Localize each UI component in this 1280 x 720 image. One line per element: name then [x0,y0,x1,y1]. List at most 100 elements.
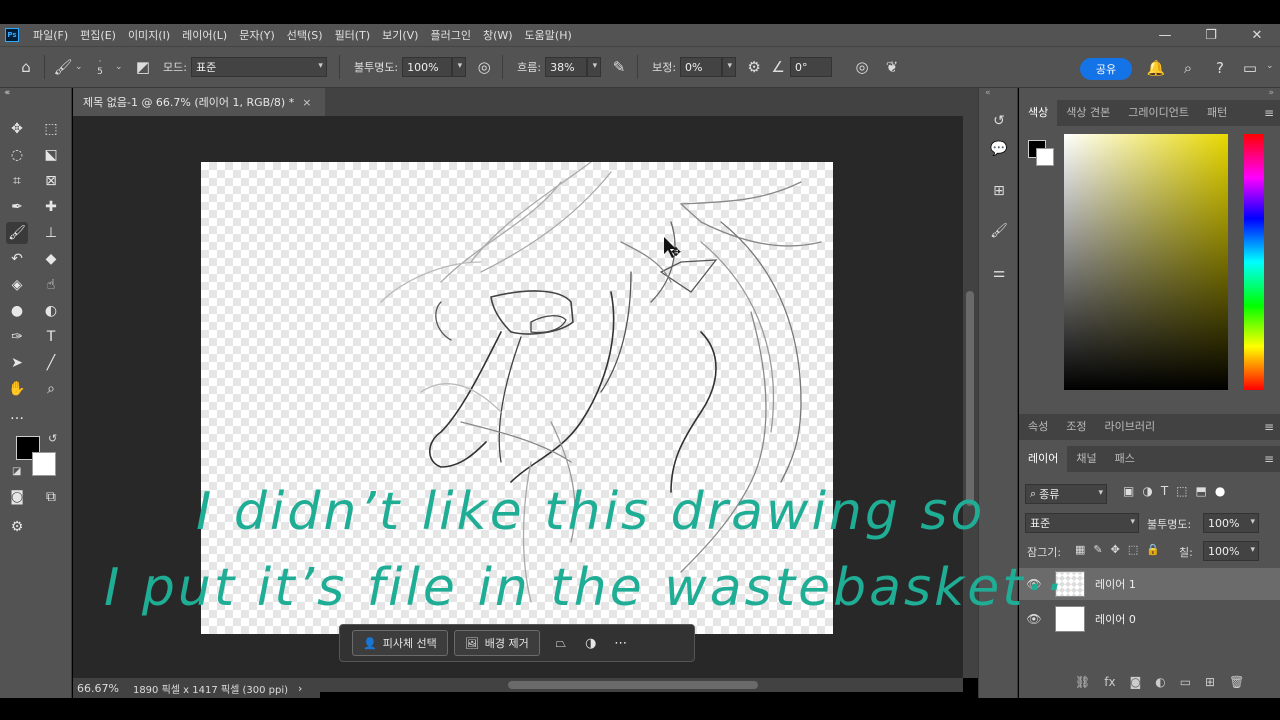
type-filter-icon[interactable]: T [1161,484,1168,498]
menu-layer[interactable]: 레이어(L) [176,27,233,43]
comment-icon[interactable]: 💬 [988,138,1010,160]
screen-mode-icon[interactable]: ⧉ [40,486,62,508]
pressure-size-icon[interactable]: ◎ [850,55,874,79]
smoothing-dropdown[interactable]: ▾ [722,57,737,77]
gear-icon[interactable]: ⚙ [742,55,766,79]
tab-patterns[interactable]: 패턴 [1198,100,1236,126]
hand-tool-icon[interactable]: ✋ [6,378,28,400]
smoothing-input[interactable]: 0% [680,57,723,77]
airbrush-icon[interactable]: ✎ [607,55,631,79]
menu-edit[interactable]: 편집(E) [74,27,122,43]
healing-tool-icon[interactable]: ✚ [40,196,62,218]
pixel-filter-icon[interactable]: ▣ [1123,484,1134,498]
tab-color[interactable]: 색상 [1019,100,1058,126]
zoom-level[interactable]: 66.67% [77,682,119,695]
path-select-tool-icon[interactable]: ➤ [6,352,28,374]
new-layer-icon[interactable]: ⊞ [1205,675,1215,689]
symmetry-icon[interactable]: ❦ [880,55,904,79]
menu-view[interactable]: 보기(V) [376,27,424,43]
minimize-button[interactable]: — [1142,24,1188,46]
help-icon[interactable]: ? [1208,56,1232,80]
lasso-tool-icon[interactable]: ◌ [6,144,28,166]
line-tool-icon[interactable]: ╱ [40,352,62,374]
tab-paths[interactable]: 패스 [1106,446,1144,472]
tab-channels[interactable]: 채널 [1067,446,1105,472]
close-window-button[interactable]: ✕ [1234,24,1280,46]
collapse-icon[interactable]: » [1268,88,1274,98]
adjustments-icon[interactable]: ⚌ [988,262,1010,284]
quick-mask-icon[interactable]: ◙ [6,486,28,508]
fx-icon[interactable]: fx [1104,675,1115,689]
fill-input[interactable]: 100% ▾ [1203,541,1259,561]
scroll-thumb[interactable] [966,291,974,506]
tab-adjustments[interactable]: 조정 [1057,414,1095,440]
stamp-tool-icon[interactable]: ⊥ [40,222,62,244]
layer-filter-select[interactable]: ⌕ 종류 ▾ [1025,484,1107,504]
chevron-down-icon[interactable]: ⌄ [1266,61,1274,71]
lock-artboard-icon[interactable]: ⬚ [1128,543,1138,556]
panel-menu-icon[interactable]: ≡ [1264,420,1274,434]
edit-toolbar-icon[interactable]: ⚙ [6,516,28,538]
menu-select[interactable]: 선택(S) [281,27,329,43]
tab-properties[interactable]: 속성 [1019,414,1057,440]
adjustment-layer-icon[interactable]: ◐ [1155,675,1165,689]
tab-layers[interactable]: 레이어 [1019,446,1068,472]
hue-slider[interactable] [1244,134,1264,390]
layer-opacity-input[interactable]: 100% ▾ [1203,513,1259,533]
move-tool-icon[interactable]: ✥ [6,118,28,140]
brush-settings-icon[interactable]: ◩ [131,55,155,79]
workspace-icon[interactable]: ▭ [1238,56,1262,80]
menu-file[interactable]: 파일(F) [27,27,74,43]
tab-gradients[interactable]: 그레이디언트 [1119,100,1198,126]
sponge-tool-icon[interactable]: ◐ [40,300,62,322]
layer-name[interactable]: 레이어 1 [1095,576,1136,592]
eyedropper-tool-icon[interactable]: ✒ [6,196,28,218]
transform-icon[interactable]: ⏢ [546,630,576,656]
lock-pixels-icon[interactable]: ✎ [1093,543,1102,556]
swap-colors-icon[interactable]: ↺ [48,432,57,445]
default-colors-icon[interactable]: ◪ [12,466,21,477]
close-icon[interactable]: × [302,96,311,109]
dodge-tool-icon[interactable]: ● [6,300,28,322]
tab-swatches[interactable]: 색상 견본 [1057,100,1119,126]
flow-input[interactable]: 38% [545,57,588,77]
bucket-tool-icon[interactable]: ◈ [6,274,28,296]
pen-tool-icon[interactable]: ✑ [6,326,28,348]
opacity-dropdown[interactable]: ▾ [452,57,467,77]
document-tab[interactable]: 제목 없음-1 @ 66.7% (레이어 1, RGB/8) * × [73,88,325,116]
shape-filter-icon[interactable]: ⬚ [1176,484,1187,498]
more-options-icon[interactable]: ⋯ [606,630,636,656]
brush-tool-icon[interactable]: 🖌 [6,222,28,244]
chevron-down-icon[interactable]: ⌄ [75,62,85,72]
adjustment-icon[interactable]: ◑ [576,630,606,656]
menu-type[interactable]: 문자(Y) [233,27,281,43]
smudge-tool-icon[interactable]: ☝ [40,274,62,296]
background-color-swatch[interactable] [32,452,56,476]
panel-menu-icon[interactable]: ≡ [1264,106,1274,120]
brushes-icon[interactable]: 🖌 [988,220,1010,242]
share-button[interactable]: 공유 [1080,58,1132,80]
select-subject-button[interactable]: 👤 피사체 선택 [352,630,448,656]
restore-button[interactable]: ❐ [1188,24,1234,46]
collapse-icon[interactable]: « [5,88,11,98]
pressure-opacity-icon[interactable]: ◎ [472,55,496,79]
mode-select[interactable]: 표준 ▾ [190,57,327,77]
search-icon[interactable]: ⌕ [1176,56,1200,80]
bell-icon[interactable]: 🔔 [1144,56,1168,80]
filter-toggle-icon[interactable]: ● [1215,484,1225,498]
collapse-icon[interactable]: « [985,88,991,98]
menu-help[interactable]: 도움말(H) [519,27,578,43]
menu-plugins[interactable]: 플러그인 [424,27,476,43]
horizontal-scrollbar[interactable] [320,678,963,692]
angle-input[interactable]: 0° [790,57,833,77]
link-layers-icon[interactable]: ⛓ [1075,675,1090,689]
trash-icon[interactable]: 🗑 [1229,675,1244,689]
lock-position-icon[interactable]: ✥ [1111,543,1120,556]
layer-name[interactable]: 레이어 0 [1095,611,1136,627]
object-select-tool-icon[interactable]: ⬕ [40,144,62,166]
new-group-icon[interactable]: ▭ [1180,675,1191,689]
smart-filter-icon[interactable]: ⬒ [1196,484,1207,498]
frame-tool-icon[interactable]: ⊠ [40,170,62,192]
brush-preset-icon[interactable]: 🖌 [51,55,75,79]
opacity-input[interactable]: 100% [402,57,453,77]
